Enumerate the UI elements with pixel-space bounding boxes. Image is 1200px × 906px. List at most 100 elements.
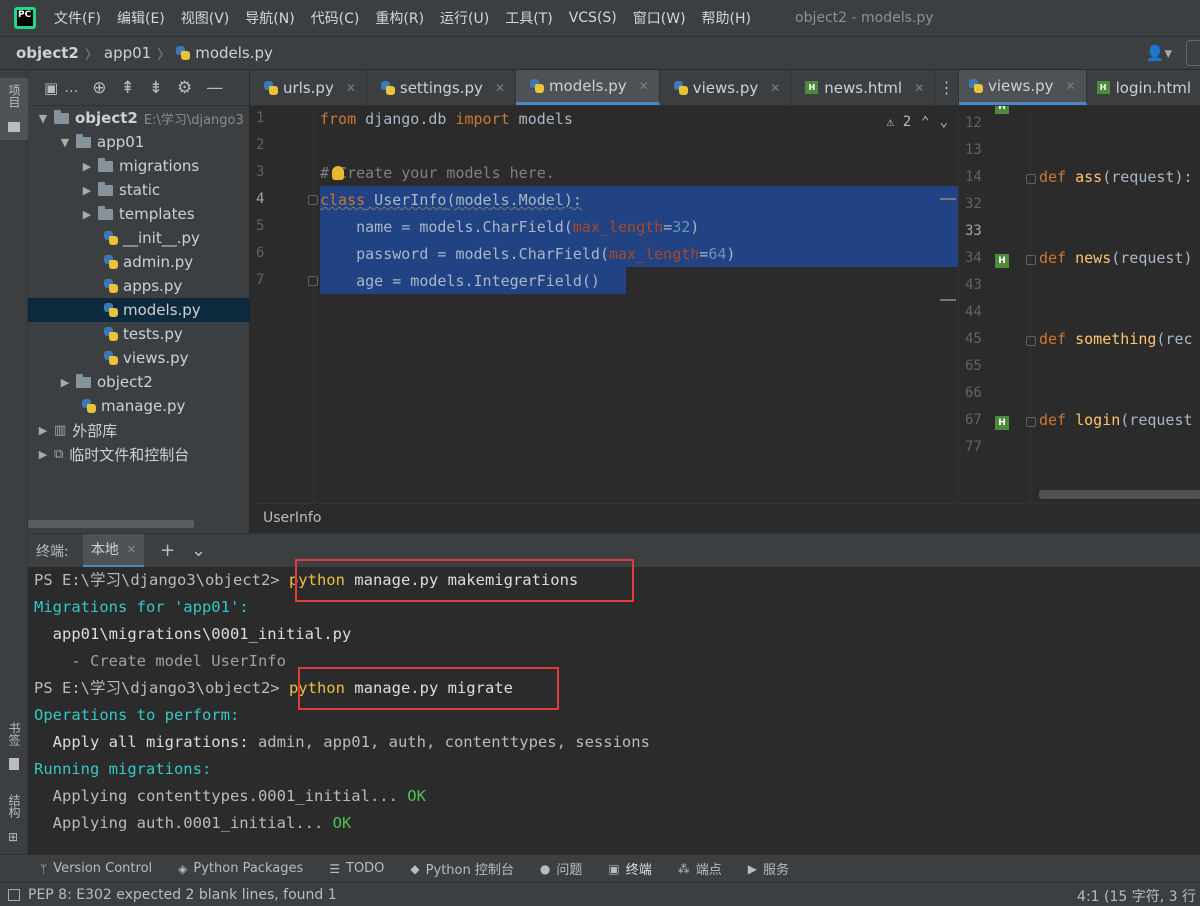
close-icon[interactable]: ✕ <box>1066 79 1076 93</box>
new-terminal-button[interactable]: + <box>160 540 175 561</box>
menu-vcs[interactable]: VCS(S) <box>569 10 617 26</box>
tab-news-html[interactable]: H news.html ✕ <box>791 70 936 105</box>
split-tab-views-py[interactable]: views.py ✕ <box>959 70 1087 105</box>
structure-tool-button[interactable]: 结构 ⊞ <box>0 792 28 844</box>
error-stripe-mark[interactable] <box>940 198 956 200</box>
fold-marker-icon[interactable] <box>1026 336 1036 346</box>
gear-icon[interactable]: ⚙ <box>177 78 192 98</box>
html-template-gutter-icon[interactable]: H <box>995 106 1009 114</box>
close-icon[interactable]: ✕ <box>639 79 649 93</box>
tree-item-tests-py[interactable]: tests.py <box>28 322 250 346</box>
breadcrumb-file[interactable]: models.py <box>195 44 273 62</box>
folder-icon <box>8 122 20 132</box>
html-template-gutter-icon[interactable]: H <box>995 254 1009 268</box>
code-editor[interactable]: 1 2 3 4 5 6 7 from django.db import mode… <box>250 106 958 503</box>
code-structure-breadcrumb[interactable]: UserInfo <box>250 503 1200 533</box>
tab-views-py[interactable]: views.py ✕ <box>660 70 792 105</box>
tab-models-py[interactable]: models.py ✕ <box>515 70 660 105</box>
close-icon[interactable]: ✕ <box>914 81 924 95</box>
tool-python-packages[interactable]: ◈ Python Packages <box>178 861 303 876</box>
split-tab-login-html[interactable]: H login.html <box>1087 70 1200 105</box>
split-code-editor[interactable]: 12 13 14 32 33 34 43 44 45 65 66 67 77 H… <box>958 106 1200 503</box>
fold-marker-icon[interactable] <box>308 276 318 286</box>
close-icon[interactable]: ✕ <box>495 81 505 95</box>
menu-navigate[interactable]: 导航(N) <box>245 8 294 28</box>
menu-tools[interactable]: 工具(T) <box>505 8 552 28</box>
status-toggle-icon[interactable] <box>8 888 20 901</box>
menu-file[interactable]: 文件(F) <box>54 8 101 28</box>
project-view-dropdown[interactable]: … <box>64 80 78 96</box>
tree-item-external-libraries[interactable]: ▶ ▥ 外部库 <box>28 418 250 442</box>
tree-item-models-py[interactable]: models.py <box>28 298 250 322</box>
expand-all-icon[interactable]: ⇞ <box>120 78 134 98</box>
close-icon[interactable]: ✕ <box>346 81 356 95</box>
tool-endpoints[interactable]: ⁂ 端点 <box>678 859 722 879</box>
project-tool-button[interactable]: 项目 <box>0 78 28 140</box>
fold-marker-icon[interactable] <box>308 195 318 205</box>
fold-marker-icon[interactable] <box>1026 417 1036 427</box>
chevron-down-icon[interactable]: ⌄ <box>940 114 948 130</box>
menu-edit[interactable]: 编辑(E) <box>117 8 165 28</box>
tree-item-label: object2 <box>97 373 153 391</box>
menu-view[interactable]: 视图(V) <box>181 8 230 28</box>
terminal-dropdown-button[interactable]: ⌄ <box>191 540 206 561</box>
error-stripe-mark[interactable] <box>940 299 956 301</box>
chevron-up-icon[interactable]: ⌃ <box>921 114 929 130</box>
project-view-icon[interactable]: ▣ <box>44 79 58 97</box>
tree-item-object2-inner[interactable]: ▶ object2 <box>28 370 250 394</box>
tool-python-console[interactable]: ◆ Python 控制台 <box>410 859 513 879</box>
tab-label: urls.py <box>283 78 334 97</box>
fold-marker-icon[interactable] <box>1026 255 1036 265</box>
tree-item-admin-py[interactable]: admin.py <box>28 250 250 274</box>
fold-marker-icon[interactable] <box>1026 174 1036 184</box>
terminal-line: Applying contenttypes.0001_initial... OK <box>34 787 426 805</box>
tool-terminal[interactable]: ▣ 终端 <box>608 859 651 879</box>
close-icon[interactable]: ✕ <box>127 543 136 556</box>
html-template-gutter-icon[interactable]: H <box>995 416 1009 430</box>
chevron-down-icon: ▼ <box>38 111 48 125</box>
user-account-icon[interactable]: 👤▾ <box>1146 44 1172 62</box>
run-config-button[interactable] <box>1186 40 1200 66</box>
breadcrumb-project[interactable]: object2 <box>16 44 79 62</box>
tree-item-templates[interactable]: ▶ templates <box>28 202 250 226</box>
close-icon[interactable]: ✕ <box>770 81 780 95</box>
tab-settings-py[interactable]: settings.py ✕ <box>367 70 516 105</box>
tool-problems[interactable]: ● 问题 <box>540 859 583 879</box>
tree-item-static[interactable]: ▶ static <box>28 178 250 202</box>
breadcrumb-app01[interactable]: app01 <box>104 44 151 62</box>
tab-label: settings.py <box>399 78 483 97</box>
html-file-icon: H <box>805 81 819 94</box>
tree-item-apps-py[interactable]: apps.py <box>28 274 250 298</box>
inspection-widget[interactable]: ⚠ 2 ⌃ ⌄ <box>886 114 948 130</box>
tab-label: models.py <box>548 77 627 95</box>
collapse-all-icon[interactable]: ⇟ <box>149 78 163 98</box>
warning-indicator[interactable]: ⚠ 2 <box>886 114 911 130</box>
tree-item-init-py[interactable]: __init__.py <box>28 226 250 250</box>
lightbulb-icon[interactable] <box>332 166 344 180</box>
split-horizontal-scrollbar[interactable] <box>1039 490 1200 499</box>
tree-item-views-py[interactable]: views.py <box>28 346 250 370</box>
terminal-output[interactable]: PS E:\学习\django3\object2> python manage.… <box>28 559 1200 854</box>
tree-item-app01[interactable]: ▼ app01 <box>28 130 250 154</box>
tree-item-object2[interactable]: ▼ object2 E:\学习\django3 <box>28 106 250 130</box>
tab-urls-py[interactable]: urls.py ✕ <box>250 70 367 105</box>
menu-help[interactable]: 帮助(H) <box>702 8 751 28</box>
project-tool-label: 项目 <box>7 84 21 108</box>
menu-refactor[interactable]: 重构(R) <box>375 8 424 28</box>
menu-window[interactable]: 窗口(W) <box>633 8 686 28</box>
tool-services[interactable]: ▶ 服务 <box>748 859 789 879</box>
menu-run[interactable]: 运行(U) <box>440 8 489 28</box>
tree-item-scratches[interactable]: ▶ ⧉ 临时文件和控制台 <box>28 442 250 466</box>
locate-icon[interactable]: ⊕ <box>92 78 106 98</box>
menu-code[interactable]: 代码(C) <box>311 8 360 28</box>
bookmarks-tool-button[interactable]: 书签 <box>0 720 28 770</box>
caret-position[interactable]: 4:1 (15 字符, 3 行 <box>1077 886 1196 906</box>
terminal-tab-local[interactable]: 本地 ✕ <box>82 533 144 568</box>
tool-todo[interactable]: ☰ TODO <box>329 861 384 876</box>
project-horizontal-scrollbar[interactable] <box>28 520 194 528</box>
tool-version-control[interactable]: ᛘ Version Control <box>40 861 152 876</box>
hide-panel-icon[interactable]: — <box>206 78 223 98</box>
tree-item-migrations[interactable]: ▶ migrations <box>28 154 250 178</box>
tree-item-manage-py[interactable]: manage.py <box>28 394 250 418</box>
more-tabs-icon[interactable]: ⋮ <box>935 70 958 105</box>
